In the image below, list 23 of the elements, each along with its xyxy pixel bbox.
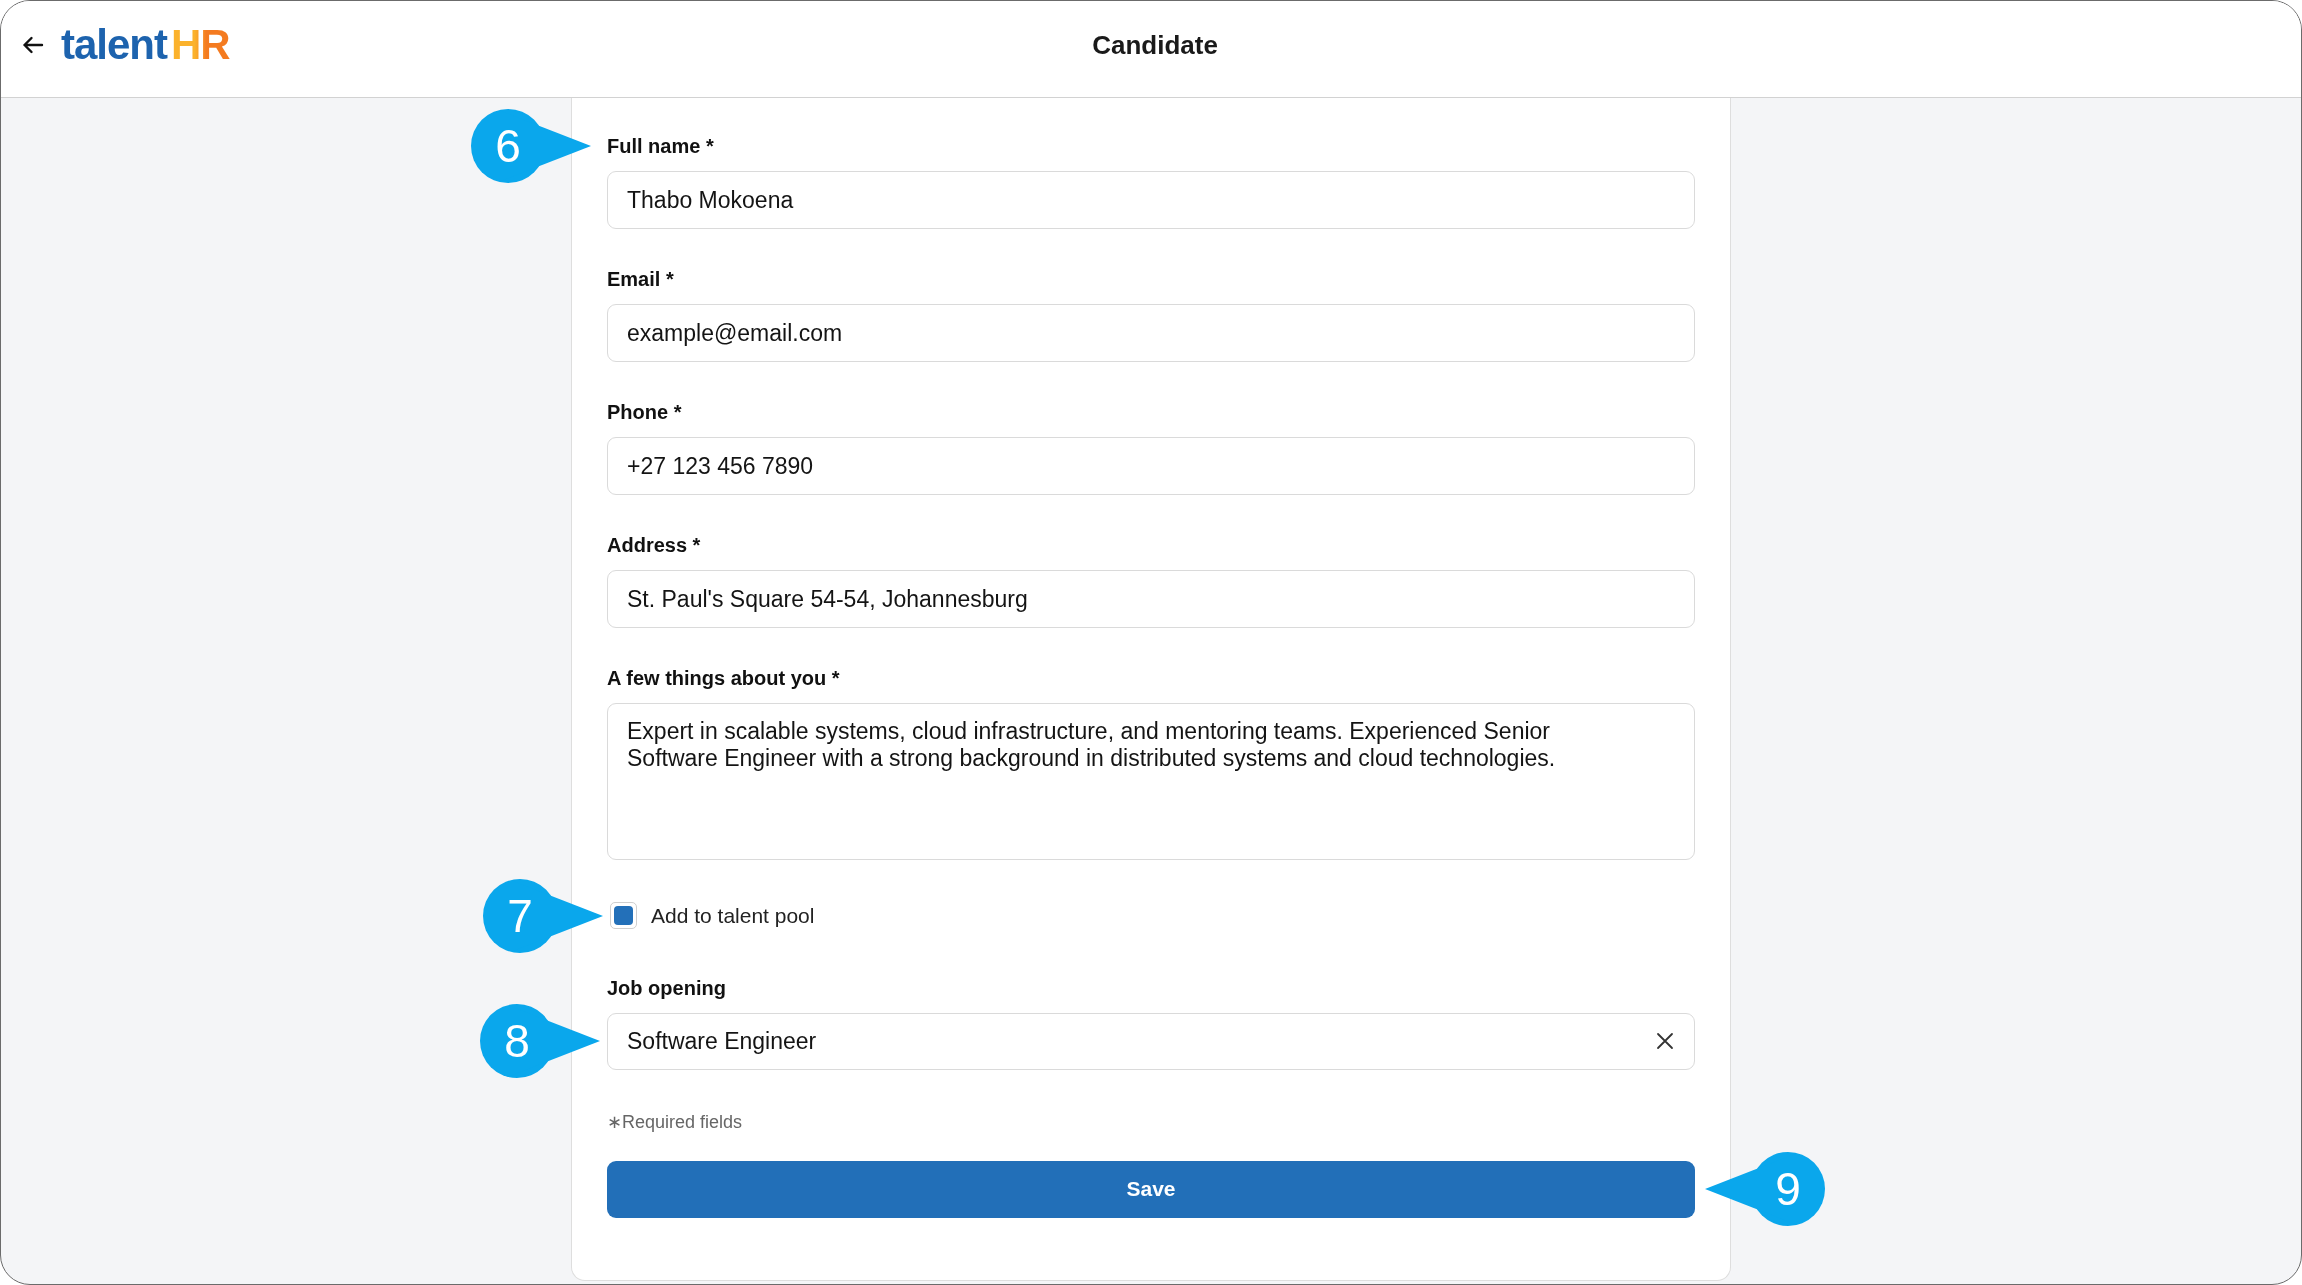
field-label: Address * <box>607 533 702 557</box>
input-field[interactable]: example@email.com <box>607 304 1695 362</box>
field-label: A few things about you * <box>607 666 841 690</box>
step-callout: 6 <box>471 109 591 183</box>
input-field[interactable]: Thabo Mokoena <box>607 171 1695 229</box>
field-label: Full name * <box>607 134 715 158</box>
checkbox[interactable] <box>610 902 637 930</box>
checkbox-label: Add to talent pool <box>651 903 815 929</box>
brand-logo: talentHR <box>61 24 230 66</box>
field-label: Phone * <box>607 400 683 424</box>
input-field[interactable]: Software Engineer <box>607 1012 1695 1070</box>
input-field[interactable]: St. Paul's Square 54-54, Johannesburg <box>607 570 1695 628</box>
input-field[interactable]: +27 123 456 7890 <box>607 437 1695 495</box>
page-title: Candidate <box>1092 28 1218 62</box>
field-label: Job opening <box>607 975 727 1000</box>
required-fields-note: ∗Required fields <box>607 1110 744 1133</box>
step-callout: 7 <box>483 878 603 953</box>
step-callout: 9 <box>1705 1152 1825 1226</box>
save-button[interactable]: Save <box>607 1160 1695 1218</box>
textarea-field[interactable]: Expert in scalable systems, cloud infrastructure, and mentoring teams. Experienced Senior Software Engineer with a strong background in distributed systems and cloud technologies. <box>607 703 1695 860</box>
field-label: Email * <box>607 267 675 291</box>
close-icon[interactable] <box>1655 1031 1675 1051</box>
step-callout: 8 <box>480 1004 600 1078</box>
